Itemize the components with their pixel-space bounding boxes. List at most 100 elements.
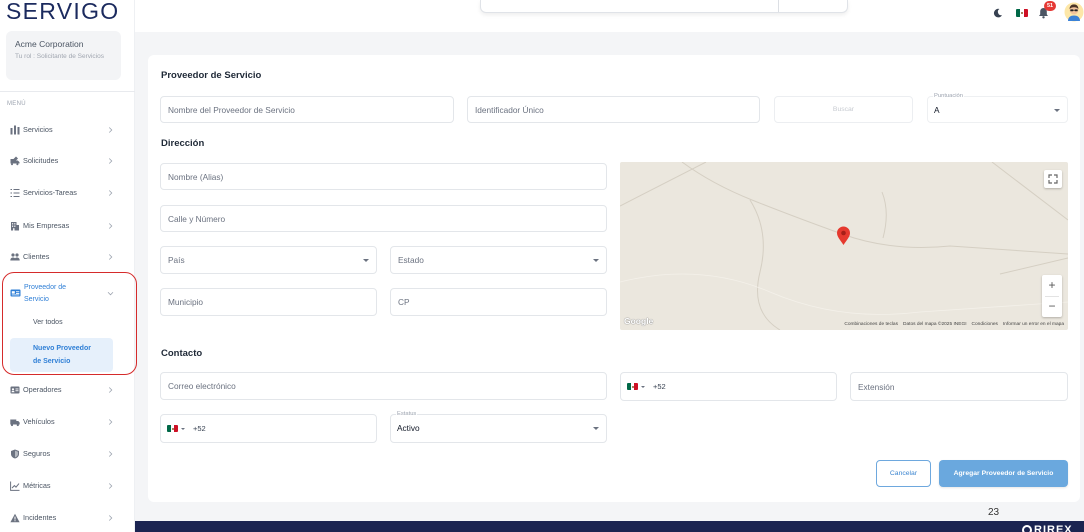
map-report-error-link[interactable]: Informar un error en el mapa (1003, 321, 1064, 328)
shield-icon (11, 449, 19, 459)
page-number: 23 (988, 507, 1000, 518)
dropdown-arrow-icon (363, 259, 369, 262)
phone-input-secondary[interactable]: +52 (160, 414, 377, 443)
moon-icon[interactable] (993, 8, 1003, 18)
servigo-logo[interactable]: SERVIGO (6, 0, 120, 24)
cancel-button[interactable]: Cancelar (876, 460, 931, 487)
map-terms-link[interactable]: Condiciones (972, 321, 998, 328)
country-placeholder: País (168, 255, 185, 265)
sidebar-item-mis-empresas[interactable]: Mis Empresas (0, 216, 125, 236)
dropdown-arrow-icon (593, 259, 599, 262)
sidebar-item-label: Clientes (23, 252, 50, 261)
municipality-input[interactable] (160, 288, 377, 316)
street-input[interactable] (160, 205, 607, 232)
sidebar-item-label: Proveedor de Servicio (24, 284, 67, 303)
sidebar-item-metricas[interactable]: Métricas (0, 476, 125, 496)
rating-value: A (934, 105, 940, 115)
users-icon (10, 253, 20, 261)
sidebar-item-label: Servicios (23, 125, 53, 134)
sidebar-item-label: Vehículos (23, 417, 55, 426)
id-card-icon (10, 289, 21, 297)
map-keyboard-shortcuts-link[interactable]: Combinaciones de teclas (844, 321, 898, 328)
mexico-flag-icon[interactable] (167, 425, 178, 432)
location-map[interactable]: + − Google Combinaciones de teclas Datos… (620, 162, 1068, 330)
country-select[interactable]: País (160, 246, 377, 274)
notification-badge: 51 (1044, 1, 1056, 11)
country-code-dropdown-icon[interactable] (181, 428, 185, 430)
chevron-right-icon (108, 127, 113, 133)
task-list-icon (10, 188, 20, 198)
phone-input[interactable]: +52 (620, 372, 837, 401)
chevron-right-icon (108, 483, 113, 489)
zoom-controls: + − (1042, 275, 1062, 317)
chevron-right-icon (108, 515, 113, 521)
alias-input[interactable] (160, 163, 607, 190)
user-avatar-icon[interactable] (1064, 1, 1084, 23)
chevron-right-icon (108, 254, 113, 260)
add-provider-button[interactable]: Agregar Proveedor de Servicio (939, 460, 1068, 487)
search-box-divider (778, 0, 779, 12)
section-title-contact: Contacto (161, 348, 203, 359)
sidebar-item-operadores[interactable]: Operadores (0, 380, 125, 400)
state-select[interactable]: Estado (390, 246, 607, 274)
sidebar-item-vehiculos[interactable]: Vehículos (0, 412, 125, 432)
organization-card: Acme Corporation Tu rol : Solicitante de… (6, 31, 121, 80)
provider-name-input[interactable] (160, 96, 454, 123)
search-button[interactable]: Buscar (774, 96, 913, 123)
sidebar-item-label: Operadores (23, 385, 62, 394)
sidebar-subitem-ver-todos[interactable]: Ver todos (33, 318, 63, 328)
sidebar-item-clientes[interactable]: Clientes (0, 247, 125, 267)
extension-input[interactable] (850, 372, 1068, 401)
sidebar-item-seguros[interactable]: Seguros (0, 444, 125, 464)
state-placeholder: Estado (398, 255, 424, 265)
dropdown-arrow-icon (1054, 109, 1060, 112)
zoom-in-button[interactable]: + (1042, 275, 1062, 296)
sidebar: SERVIGO Acme Corporation Tu rol : Solici… (0, 0, 137, 532)
dropdown-arrow-icon (593, 427, 599, 430)
footer-brand-text: RIREX (1034, 524, 1073, 532)
line-chart-icon (10, 481, 20, 491)
warning-icon (10, 513, 20, 523)
sidebar-item-label: Solicitudes (23, 156, 59, 165)
footer-brand-logo: RIREX (1022, 521, 1084, 532)
section-title-provider: Proveedor de Servicio (161, 70, 262, 81)
sidebar-item-servicios[interactable]: Servicios (0, 120, 125, 140)
chevron-down-icon (107, 291, 114, 296)
map-data-credit: Datos del mapa ©2025 INEGI (903, 322, 967, 327)
topbar (135, 0, 1084, 32)
sidebar-item-servicios-tareas[interactable]: Servicios-Tareas (0, 183, 125, 203)
zip-input[interactable] (390, 288, 607, 316)
menu-section-label: MENÚ (7, 101, 26, 107)
sidebar-item-label: Incidentes (23, 513, 57, 522)
location-pin-icon[interactable] (837, 226, 850, 246)
top-search-box[interactable] (480, 0, 848, 13)
rating-select[interactable]: Puntuación A (927, 92, 1068, 123)
map-roads (620, 162, 1068, 330)
sidebar-item-incidentes[interactable]: Incidentes (0, 508, 125, 528)
status-select[interactable]: Estatus Activo (390, 410, 607, 443)
sidebar-item-label: Servicios-Tareas (23, 188, 77, 197)
footer-bar: RIREX (135, 521, 1084, 532)
fullscreen-icon[interactable] (1044, 170, 1062, 188)
sidebar-item-proveedor-de-servicio[interactable]: Proveedor de Servicio (0, 282, 125, 306)
provider-identifier-input[interactable] (467, 96, 760, 123)
sidebar-subitem-label: Nuevo Proveedor de Servicio (33, 345, 91, 365)
email-input[interactable] (160, 372, 607, 400)
zoom-out-button[interactable]: − (1042, 296, 1062, 317)
sidebar-item-label: Seguros (23, 449, 51, 458)
sidebar-subitem-nuevo-proveedor[interactable]: Nuevo Proveedor de Servicio (10, 338, 113, 372)
chevron-right-icon (108, 419, 113, 425)
chevron-right-icon (108, 223, 113, 229)
bar-chart-icon (10, 125, 20, 135)
chevron-right-icon (108, 158, 113, 164)
sidebar-item-solicitudes[interactable]: Solicitudes (0, 151, 125, 171)
organization-name: Acme Corporation (15, 39, 84, 49)
section-title-address: Dirección (161, 138, 205, 149)
mexico-flag-icon[interactable] (627, 383, 638, 390)
mexico-flag-icon[interactable] (1016, 9, 1028, 17)
truck-icon (10, 419, 20, 427)
sidebar-divider (0, 91, 135, 92)
google-logo[interactable]: Google (624, 316, 653, 327)
country-code-dropdown-icon[interactable] (641, 386, 645, 388)
id-badge-icon (10, 386, 20, 394)
